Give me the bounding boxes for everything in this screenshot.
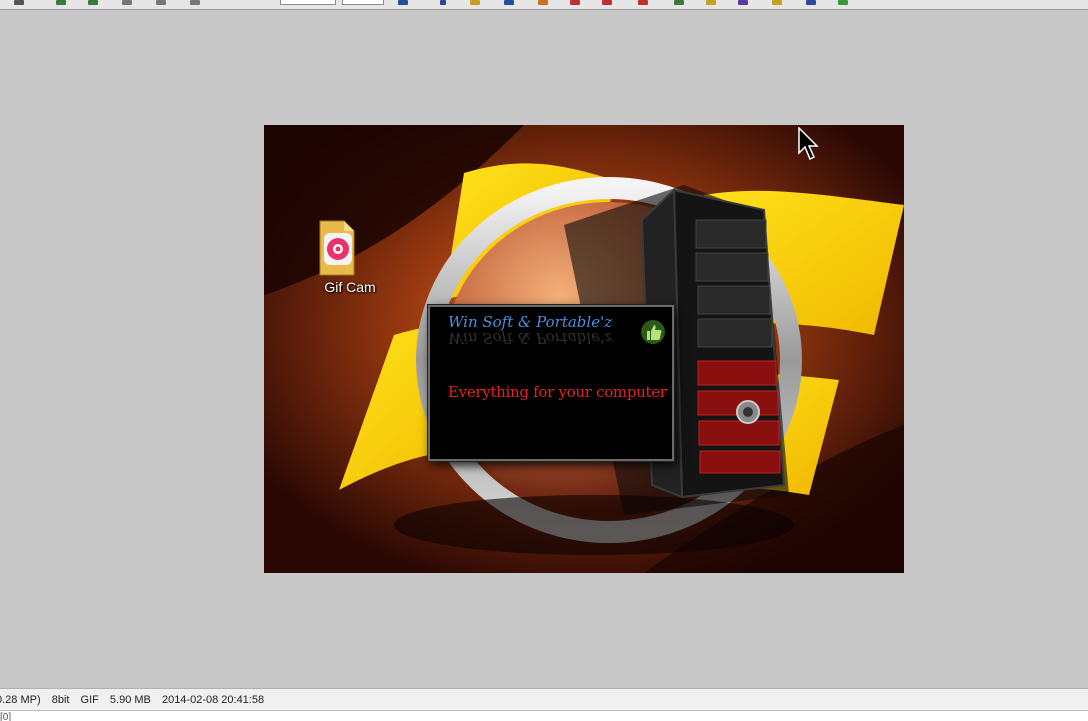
gifcam-icon — [319, 220, 355, 276]
toolbar-icon[interactable] — [56, 0, 66, 5]
desktop-icon-label: Gif Cam — [324, 279, 376, 295]
toolbar-icon[interactable] — [570, 0, 580, 5]
displayed-image[interactable]: Gif Cam Win Soft & Portable'z Win Soft &… — [264, 125, 904, 573]
toolbar-field[interactable] — [342, 0, 384, 5]
desktop-shortcut-gifcam[interactable]: Gif Cam — [314, 217, 386, 295]
status-bar: 0.28 MP) 8bit GIF 5.90 MB 2014-02-08 20:… — [0, 688, 1088, 711]
toolbar-icon[interactable] — [706, 0, 716, 5]
toolbar-icon[interactable] — [190, 0, 200, 5]
promo-title-reflection: Win Soft & Portable'z — [448, 329, 613, 347]
toolbar-icon[interactable] — [772, 0, 782, 5]
thumbs-up-icon — [641, 320, 665, 344]
toolbar — [0, 0, 1088, 10]
bottom-strip: [0] — [0, 710, 1088, 721]
toolbar-field[interactable] — [280, 0, 336, 5]
toolbar-icon[interactable] — [674, 0, 684, 5]
toolbar-icon[interactable] — [88, 0, 98, 5]
status-megapixels: 0.28 MP) — [0, 694, 41, 706]
promo-tagline: Everything for your computer — [448, 383, 667, 401]
toolbar-icon[interactable] — [440, 0, 446, 5]
image-viewer[interactable]: Gif Cam Win Soft & Portable'z Win Soft &… — [0, 10, 1088, 688]
toolbar-icon[interactable] — [14, 0, 24, 5]
status-file-size: 5.90 MB — [109, 694, 151, 706]
mouse-cursor-icon — [798, 127, 819, 161]
toolbar-icon[interactable] — [156, 0, 166, 5]
toolbar-icon[interactable] — [398, 0, 408, 5]
toolbar-icon[interactable] — [470, 0, 480, 5]
toolbar-icon[interactable] — [602, 0, 612, 5]
status-datetime: 2014-02-08 20:41:58 — [161, 694, 265, 706]
toolbar-icon[interactable] — [738, 0, 748, 5]
toolbar-icon[interactable] — [806, 0, 816, 5]
toolbar-icon[interactable] — [838, 0, 848, 5]
toolbar-icon[interactable] — [504, 0, 514, 5]
toolbar-icon[interactable] — [638, 0, 648, 5]
toolbar-icon[interactable] — [122, 0, 132, 5]
promo-window: Win Soft & Portable'z Win Soft & Portabl… — [428, 305, 674, 461]
status-format: GIF — [80, 694, 99, 706]
toolbar-icon[interactable] — [538, 0, 548, 5]
status-bit-depth: 8bit — [51, 694, 70, 706]
